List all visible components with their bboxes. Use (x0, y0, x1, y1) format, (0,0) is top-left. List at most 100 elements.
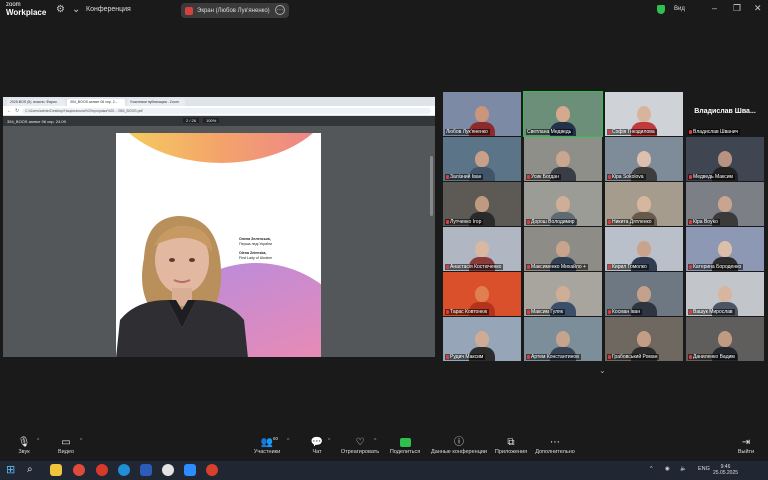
participant-tile[interactable]: Даниленко Вадим (686, 317, 764, 361)
browser-tab[interactable]: 354_BOOS.затвит 06 спр. 2... (67, 99, 125, 106)
meeting-toolbar: 🎙 Звук ^ ▭ Видео ^ 👥 60 Участники ^ 💬 Ча… (0, 434, 768, 461)
microphone-icon: 🎙 (17, 437, 31, 448)
leave-button[interactable]: ⇥ Выйти (736, 436, 756, 455)
participant-tile[interactable]: Анастасія Костюченко (443, 227, 521, 271)
maximize-icon[interactable]: ❐ (733, 3, 741, 14)
participant-tile[interactable]: Светлана Медведь (523, 91, 603, 137)
caption-title-ua: Перша леді України (239, 242, 273, 246)
participant-face (475, 106, 489, 122)
participant-face (718, 286, 732, 302)
muted-mic-icon (446, 310, 449, 314)
participant-tile[interactable]: Грабовський Роман (605, 317, 683, 361)
share-label: Поделиться (389, 449, 421, 455)
participant-tile[interactable]: Тарас Ковтонюк (443, 272, 521, 316)
close-icon[interactable]: ✕ (754, 3, 762, 14)
screen-share-pill[interactable]: Экран (Любов Лук'яненко) … (181, 3, 289, 18)
zoom-taskbar-icon[interactable] (184, 464, 196, 476)
participant-tile[interactable]: Артем Константинов (524, 317, 602, 361)
reload-icon[interactable]: ↻ (15, 108, 19, 114)
chrome-icon[interactable] (96, 464, 108, 476)
react-caret-icon[interactable]: ^ (374, 438, 376, 444)
back-icon[interactable]: ← (7, 108, 12, 114)
participants-button[interactable]: 👥 60 Участники (250, 436, 284, 455)
audio-button[interactable]: 🎙 Звук (14, 436, 34, 455)
leave-label: Выйти (737, 449, 755, 455)
chat-caret-icon[interactable]: ^ (328, 438, 330, 444)
edge-icon[interactable] (118, 464, 130, 476)
participant-tile[interactable]: Лутченко Ігор (443, 182, 521, 226)
participant-tile[interactable]: Усик Богдан (524, 137, 602, 181)
audio-caret-icon[interactable]: ^ (37, 438, 39, 444)
participant-face (637, 286, 651, 302)
word-icon[interactable] (140, 464, 152, 476)
participant-tile[interactable]: Дорош Володимир (524, 182, 602, 226)
participant-tile[interactable]: Максим Гуляк (524, 272, 602, 316)
chevron-down-icon[interactable]: ⌄ (72, 4, 80, 15)
participant-tile[interactable]: Косман Іван (605, 272, 683, 316)
meeting-info-button[interactable]: ⓘ Данные конференции (430, 436, 488, 455)
participant-tile[interactable]: Софія Гнездилова (605, 92, 683, 136)
participant-tile[interactable]: Вашук Мирослав (686, 272, 764, 316)
share-button[interactable]: Поделиться (389, 436, 421, 455)
participant-tile[interactable]: Залізний Іван (443, 137, 521, 181)
participant-tile[interactable]: Владислав Шва... Владислав Шванич (686, 92, 764, 136)
more-options-icon[interactable]: … (275, 5, 285, 15)
video-caret-icon[interactable]: ^ (80, 438, 82, 444)
settings-icon[interactable]: ⚙ (56, 4, 65, 15)
participant-name: Лутченко Ігор (450, 219, 482, 225)
participant-name: Вашук Мирослав (693, 309, 733, 315)
participant-face (556, 196, 570, 212)
pdf-page-indicator[interactable]: 2 / 26 (183, 118, 200, 123)
participant-tile[interactable]: Любов Лук'яненко (443, 92, 521, 136)
participant-tile[interactable]: Рудич Максим (443, 317, 521, 361)
participants-caret-icon[interactable]: ^ (287, 438, 289, 444)
app-icon[interactable] (162, 464, 174, 476)
conference-tab[interactable]: Конференция (86, 6, 131, 13)
participant-name: Кіра Boyko (693, 219, 718, 225)
apps-button[interactable]: ⧉ Приложения (493, 436, 529, 455)
clock[interactable]: 9:46 25.05.2025 (713, 464, 738, 476)
muted-mic-icon (527, 355, 530, 359)
pdf-zoom[interactable]: 100% (203, 118, 220, 123)
participant-tile[interactable]: Медведь Максим (686, 137, 764, 181)
chevron-down-icon[interactable]: ⌄ (599, 366, 606, 375)
share-pill-label: Экран (Любов Лук'яненко) (197, 7, 270, 14)
video-button[interactable]: ▭ Видео (55, 436, 77, 455)
participant-tile[interactable]: Никита Дятленко (605, 182, 683, 226)
participant-name: Кирил Гомолко (612, 264, 647, 270)
language-indicator[interactable]: ENG (698, 466, 710, 472)
more-label: Дополнительно (535, 449, 575, 455)
participant-tile[interactable]: Кіра Boyko (686, 182, 764, 226)
app-icon[interactable] (206, 464, 218, 476)
participant-tile[interactable]: Катерина Бороденко (686, 227, 764, 271)
windows-start-icon[interactable]: ⊞ (6, 464, 18, 476)
chrome-icon[interactable] (73, 464, 85, 476)
participant-tile[interactable]: Кіра Sokolova (605, 137, 683, 181)
file-explorer-icon[interactable] (50, 464, 62, 476)
more-icon: ⋯ (550, 437, 560, 448)
pdf-scrollbar[interactable] (430, 156, 433, 216)
search-icon[interactable]: ⌕ (27, 464, 39, 476)
more-button[interactable]: ⋯ Дополнительно (532, 436, 578, 455)
participant-name: Владислав Шванич (693, 129, 739, 135)
pdf-page: Олена Зеленська, Перша леді України Olen… (116, 133, 321, 357)
minimize-icon[interactable]: – (712, 3, 717, 13)
browser-tab[interactable]: 2025.BOS (5). вчасно. Фархи (7, 99, 65, 106)
participant-tile[interactable]: Максименко Михайло + (524, 227, 602, 271)
browser-tab[interactable]: Участники публикации - Zoom (127, 99, 185, 106)
participant-name-label: Медведь Максим (688, 174, 735, 180)
participant-name: Усик Богдан (531, 174, 559, 180)
participant-face (637, 196, 651, 212)
view-menu[interactable]: Вид (674, 6, 685, 12)
participant-tile[interactable]: Кирил Гомолко (605, 227, 683, 271)
url-field[interactable]: C:/Users/admin/Desktop/Національна%20про… (22, 107, 431, 114)
chat-button[interactable]: 💬 Чат (308, 436, 326, 455)
presenter-icon (185, 6, 193, 15)
caption-title-en: First Lady of Ukraine (239, 256, 273, 260)
participants-count: 60 (273, 436, 279, 441)
network-icon[interactable]: ◉ (665, 466, 670, 472)
tray-chevron-icon[interactable]: ^ (650, 466, 653, 472)
security-shield-icon[interactable] (657, 5, 665, 14)
participant-face (556, 151, 570, 167)
volume-icon[interactable]: 🔈 (680, 466, 687, 472)
